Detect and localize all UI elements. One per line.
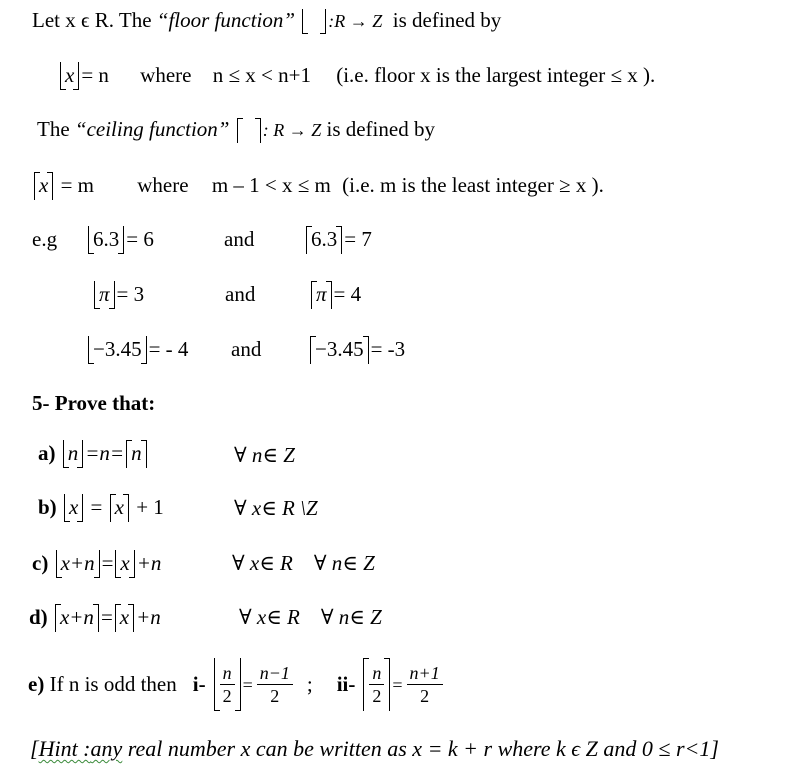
- example-floor-arg: 6.3: [88, 226, 125, 254]
- item-e-text: If n is odd then: [49, 672, 177, 696]
- hint-label: Hint :: [38, 736, 91, 761]
- item-c-quantifier: ∀ x∈ R ∀ n∈ Z: [232, 551, 375, 575]
- item-d-eq: =: [100, 605, 113, 629]
- item-e-i-label: i-: [192, 672, 206, 696]
- ceil-intro-prefix: The: [37, 117, 75, 141]
- floor-arg: x: [60, 62, 80, 90]
- example-row-ceil: π = 4: [309, 281, 362, 309]
- floor-x-plus-n: x+n: [55, 550, 100, 578]
- fraction-n-minus-1-over-2: n−1 2: [256, 664, 293, 705]
- floor-n-over-2: n2: [213, 658, 241, 711]
- floor-mapping: :R → Z: [328, 11, 383, 31]
- ceil-def-note: (i.e. m is the least integer ≥ x ).: [342, 173, 604, 197]
- problem-title: 5- Prove that:: [32, 391, 156, 415]
- floor-def-eq: = n: [81, 63, 109, 87]
- floor-def-note: (i.e. floor x is the largest integer ≤ x…: [336, 63, 656, 87]
- example-floor-arg: −3.45: [88, 336, 147, 364]
- example-row: π = 3: [92, 281, 145, 309]
- floor-x: x: [115, 550, 136, 578]
- ceil-x-plus-n: x+n: [54, 604, 99, 632]
- problem-item-b: b) x = x + 1: [38, 494, 164, 522]
- item-a-mid: =n=: [85, 441, 125, 465]
- example-ceil-arg: π: [311, 281, 332, 309]
- item-b-plus: + 1: [136, 495, 164, 519]
- ceil-mapping: : R → Z: [262, 120, 322, 140]
- item-b-eq: =: [90, 495, 103, 519]
- item-label: e): [28, 672, 45, 696]
- example-floor-val: = - 4: [148, 337, 189, 361]
- item-e-separator: ;: [306, 672, 313, 696]
- ceil-def-where: where: [137, 173, 189, 197]
- example-and: and: [225, 282, 256, 306]
- item-label: a): [38, 441, 56, 465]
- ceil-n-over-2: n2: [363, 658, 391, 711]
- example-floor-val: = 3: [116, 282, 145, 306]
- floor-intro-suffix: is defined by: [392, 8, 502, 32]
- item-a-quantifier: ∀ n∈ Z: [234, 443, 295, 467]
- ceil-term: “ceiling function”: [74, 117, 230, 141]
- ceil-x: x: [109, 494, 130, 522]
- ceil-def-eq: = m: [60, 173, 95, 197]
- example-row: −3.45 = - 4: [86, 336, 189, 364]
- item-e-ii-label: ii-: [336, 672, 356, 696]
- floor-def-condition: n ≤ x < n+1: [212, 63, 311, 87]
- floor-n: n: [62, 440, 84, 468]
- example-and: and: [231, 337, 262, 361]
- hint-text: real number x can be written as x = k + …: [122, 736, 719, 761]
- example-ceil-arg: −3.45: [310, 336, 369, 364]
- example-ceil-val: = 7: [344, 227, 372, 251]
- fraction: n2: [369, 664, 385, 705]
- ceil-definition: x = m where m – 1 < x ≤ m (i.e. m is the…: [32, 172, 604, 200]
- example-ceil-arg: 6.3: [306, 226, 343, 254]
- example-row-ceil: −3.45 = -3: [308, 336, 406, 364]
- item-b-quantifier: ∀ x∈ R \Z: [234, 496, 318, 520]
- floor-intro-prefix: Let x ϵ R. The: [32, 8, 157, 32]
- example-row-ceil: 6.3 = 7: [304, 226, 372, 254]
- hint: [Hint :any real number x can be written …: [30, 738, 719, 760]
- example-ceil-val: = -3: [370, 337, 406, 361]
- item-label: b): [38, 495, 57, 519]
- item-c-plus: +n: [136, 551, 162, 575]
- fraction: n2: [219, 664, 235, 705]
- example-ceil-val: = 4: [333, 282, 362, 306]
- fraction-n-plus-1-over-2: n+1 2: [406, 664, 443, 705]
- item-d-quantifier: ∀ x∈ R ∀ n∈ Z: [239, 605, 382, 629]
- item-e-i-eq: =: [242, 674, 253, 695]
- example-and: and: [224, 227, 255, 251]
- floor-x: x: [63, 494, 84, 522]
- floor-intro: Let x ϵ R. The “floor function” :R → Z i…: [32, 8, 502, 34]
- problem-item-a: a) n =n= n: [38, 440, 149, 468]
- ceil-intro-suffix: is defined by: [326, 117, 435, 141]
- example-floor-val: = 6: [126, 227, 154, 251]
- floor-bracket-symbol: [302, 9, 327, 34]
- hint-open-bracket: [: [30, 736, 39, 761]
- ceil-bracket-symbol: [236, 118, 261, 143]
- ceil-n: n: [126, 440, 147, 468]
- item-c-eq: =: [101, 551, 114, 575]
- example-row: 6.3 = 6: [86, 226, 154, 254]
- problem-item-d: d) x+n = x +n: [29, 604, 161, 632]
- problem-item-c: c) x+n = x +n: [32, 550, 162, 578]
- ceil-def-condition: m – 1 < x ≤ m: [211, 173, 331, 197]
- floor-def-where: where: [140, 63, 192, 87]
- floor-definition: x = n where n ≤ x < n+1 (i.e. floor x is …: [58, 62, 656, 90]
- problem-item-e: e) If n is odd then i- n2 = n−1 2 ; ii- n…: [28, 658, 443, 711]
- item-e-ii-eq: =: [392, 674, 403, 695]
- item-label: d): [29, 605, 48, 629]
- ceil-arg: x: [34, 172, 54, 200]
- item-label: c): [32, 551, 49, 575]
- example-floor-arg: π: [94, 281, 115, 309]
- floor-term: “floor function”: [156, 8, 296, 32]
- example-label: e.g: [32, 227, 58, 251]
- item-d-plus: +n: [136, 605, 161, 629]
- ceil-x: x: [114, 604, 135, 632]
- hint-word-any: any: [90, 736, 123, 761]
- ceil-intro: The “ceiling function” : R → Z is define…: [37, 117, 435, 143]
